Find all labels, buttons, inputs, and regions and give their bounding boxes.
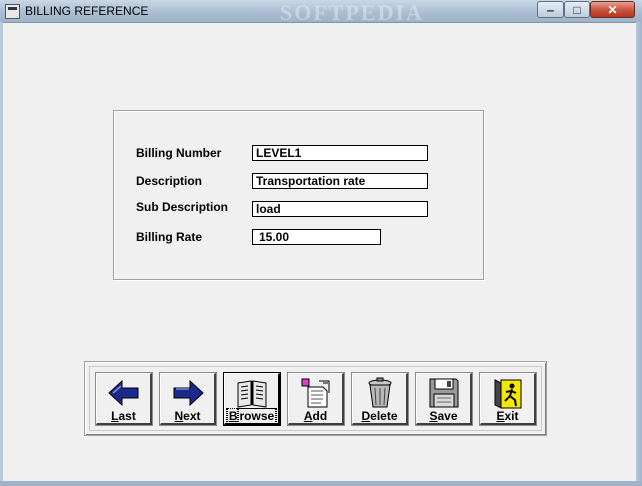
add-document-icon [301,378,330,408]
exit-button[interactable]: Exit [479,372,537,426]
close-button[interactable]: ✕ [590,1,635,18]
browse-button[interactable]: Browse [223,372,281,426]
next-button-label: Next [174,409,201,423]
billing-rate-label: Billing Rate [136,230,203,244]
save-button-label: Save [429,409,458,423]
add-button[interactable]: Add [287,372,345,426]
title-bar[interactable]: BILLING REFERENCE SOFTPEDIA ‒ □ ✕ [0,0,642,25]
maximize-button[interactable]: □ [564,1,590,18]
app-icon[interactable] [5,4,20,19]
billing-number-label: Billing Number [136,146,222,160]
window-title: BILLING REFERENCE [25,4,149,18]
save-button[interactable]: Save [415,372,473,426]
delete-button-label: Delete [361,409,398,423]
window-left-border [0,22,3,486]
minimize-button[interactable]: ‒ [537,1,564,18]
billing-form-group [113,110,484,280]
window-bottom-border[interactable] [0,481,642,486]
delete-button[interactable]: Delete [351,372,409,426]
billing-number-field[interactable]: LEVEL1 [252,145,428,161]
last-button-label: Last [111,409,136,423]
floppy-disk-icon [429,378,459,408]
trash-can-icon [368,377,392,408]
exit-door-icon [494,379,522,409]
sub-description-label: Sub Description [136,200,229,214]
left-arrow-icon [108,379,139,407]
last-button[interactable]: Last [95,372,153,426]
window-right-border[interactable] [636,22,642,486]
watermark-text: SOFTPEDIA [280,0,424,25]
next-button[interactable]: Next [159,372,217,426]
billing-reference-window: BILLING REFERENCE SOFTPEDIA ‒ □ ✕ Billin… [0,0,642,486]
book-icon [237,380,267,408]
add-button-label: Add [303,409,328,423]
browse-button-label: Browse [225,408,278,424]
right-arrow-icon [173,379,204,407]
description-field[interactable]: Transportation rate [252,173,428,189]
billing-rate-field[interactable]: 15.00 [252,229,381,245]
exit-button-label: Exit [496,409,519,423]
description-label: Description [136,174,203,188]
sub-description-field[interactable]: load [252,201,428,217]
